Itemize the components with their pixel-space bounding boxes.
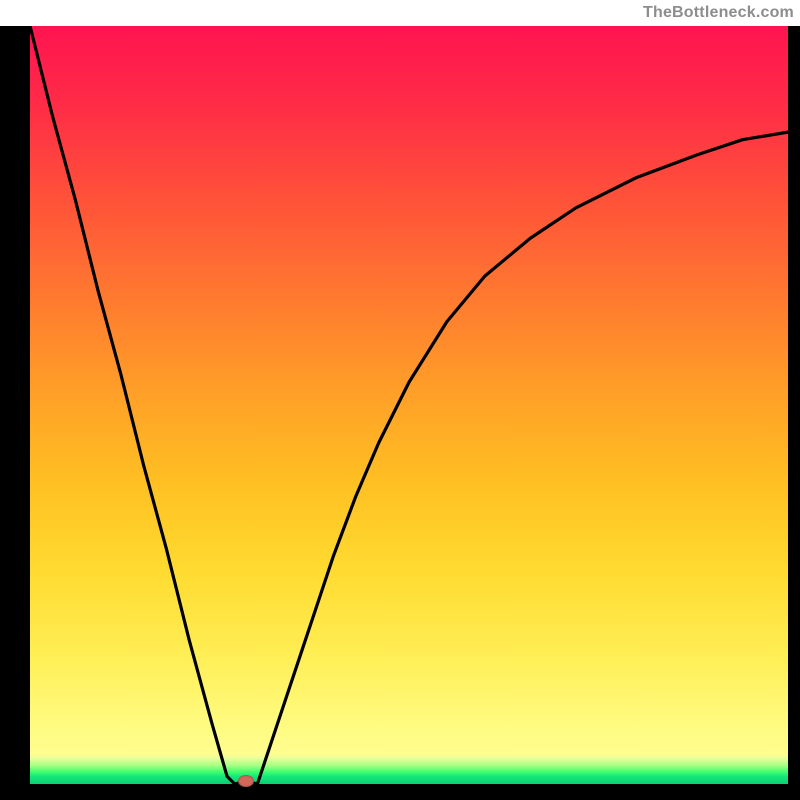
series-left-branch <box>30 26 235 784</box>
minimum-dot <box>238 775 254 787</box>
top-bar: TheBottleneck.com <box>0 0 800 26</box>
series-right-branch <box>257 132 788 784</box>
series-group <box>30 26 788 784</box>
chart-frame: TheBottleneck.com <box>0 0 800 800</box>
plot-area <box>30 26 788 784</box>
watermark-text: TheBottleneck.com <box>643 4 794 22</box>
curve-svg <box>30 26 788 784</box>
